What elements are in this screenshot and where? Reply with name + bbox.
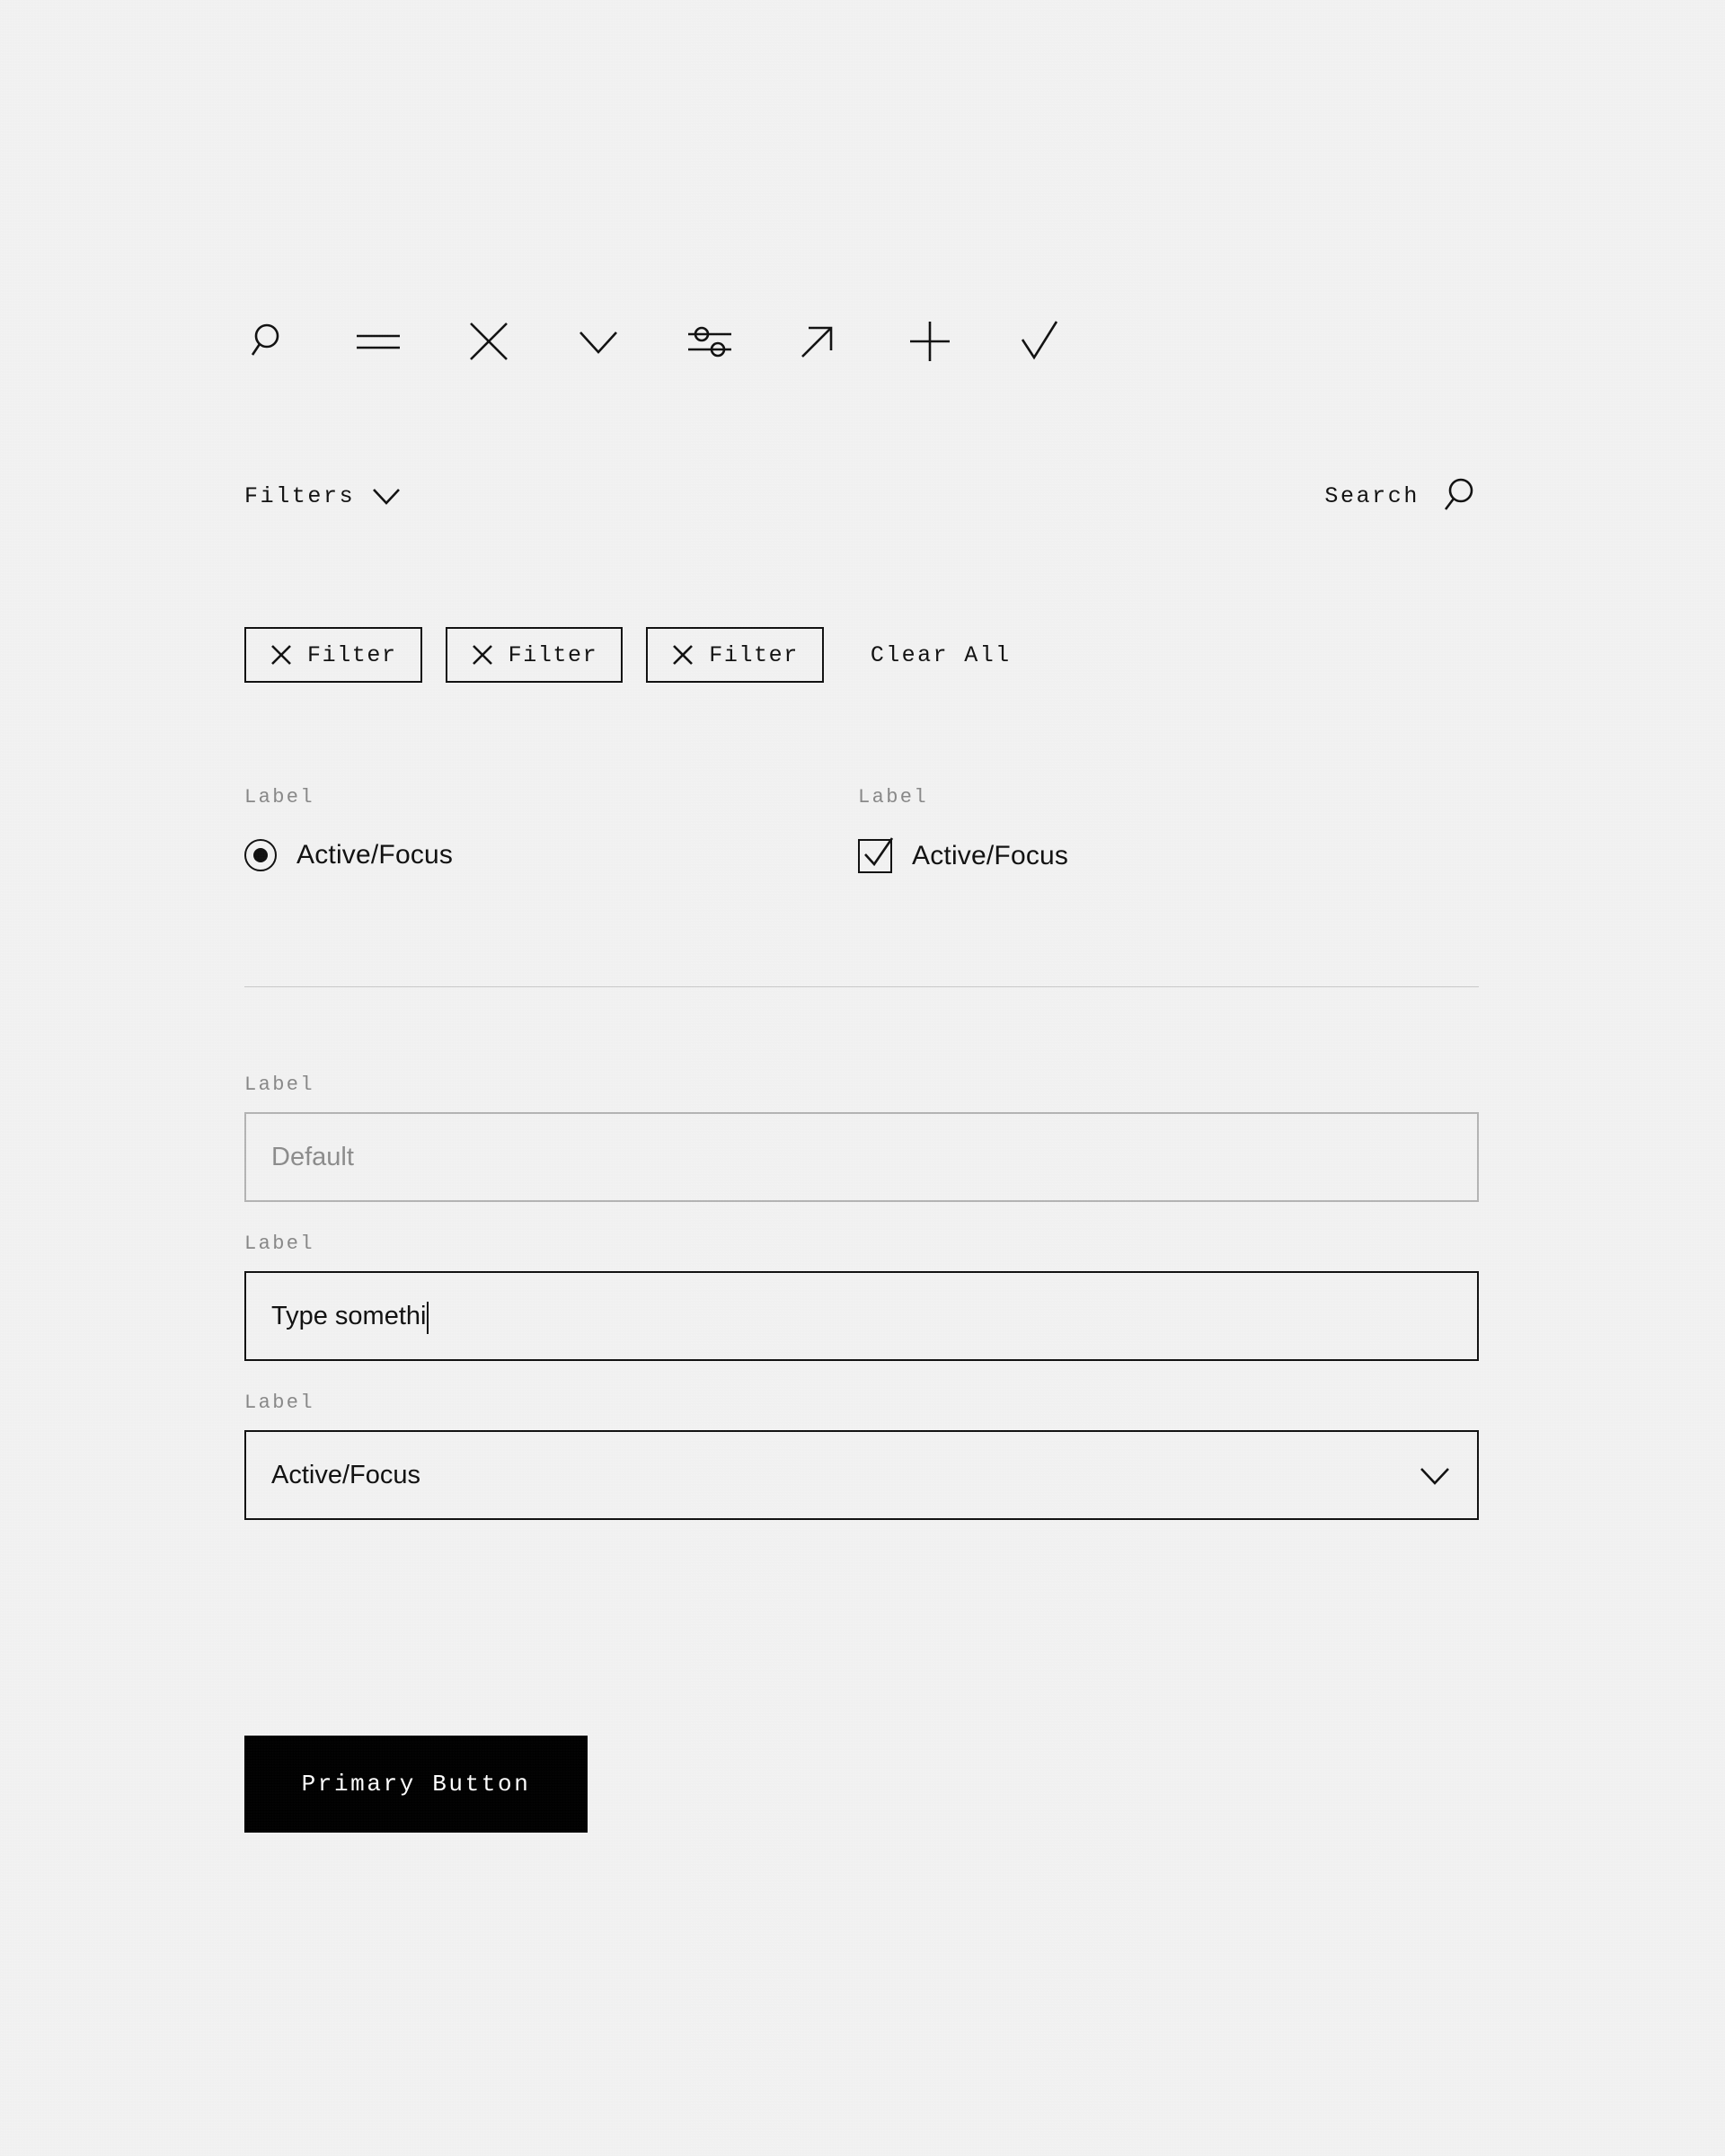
text-cursor [427, 1302, 429, 1334]
chevron-down-icon[interactable] [1418, 1462, 1452, 1488]
radio-group: Label Active/Focus [244, 786, 748, 871]
icon-cell-search[interactable] [244, 305, 355, 377]
icon-cell-sliders[interactable] [686, 305, 797, 377]
close-icon[interactable] [270, 643, 293, 667]
icon-cell-close[interactable] [465, 305, 576, 377]
field-block-default: Label Default [244, 1074, 1479, 1202]
arrow-up-right-icon[interactable] [797, 321, 838, 362]
close-icon[interactable] [465, 318, 512, 365]
radio-selected-dot [253, 848, 268, 862]
radio-option[interactable]: Active/Focus [244, 839, 748, 871]
checkbox-group-label: Label [858, 786, 929, 808]
checkbox-group: Label Active/Focus [858, 786, 1361, 873]
chevron-down-icon[interactable] [576, 323, 621, 359]
checkbox-option-label: Active/Focus [912, 841, 1069, 870]
filter-chip-label: Filter [307, 641, 397, 668]
select-dropdown[interactable]: Active/Focus [244, 1430, 1479, 1520]
search-label: Search [1324, 482, 1420, 509]
filter-chip-row: Filter Filter Filter Clear All [244, 627, 1012, 683]
input-label: Label [244, 1233, 315, 1255]
field-block-focus: Label Type somethi [244, 1233, 1479, 1361]
radio-option-label: Active/Focus [296, 840, 454, 870]
icon-cell-plus[interactable] [907, 305, 1018, 377]
icon-cell-arrow-up-right[interactable] [797, 305, 907, 377]
search-icon[interactable] [1439, 476, 1479, 516]
filter-chip[interactable]: Filter [445, 627, 624, 683]
primary-button[interactable]: Primary Button [244, 1736, 588, 1833]
checkbox[interactable] [858, 837, 894, 873]
input-label: Label [244, 1074, 315, 1096]
filter-chip-label: Filter [508, 641, 598, 668]
filters-label: Filters [244, 482, 356, 509]
component-sheet: Filters Search Filter Filter Filter Clea… [0, 0, 1725, 2156]
text-input-value: Type somethi [271, 1301, 427, 1330]
text-input-default[interactable]: Default [244, 1112, 1479, 1202]
search-icon[interactable] [244, 321, 286, 362]
field-block-select: Label Active/Focus [244, 1392, 1479, 1520]
filters-search-bar: Filters Search [244, 476, 1479, 516]
form-fields: Label Default Label Type somethi Label A… [244, 1074, 1479, 1551]
icon-cell-check[interactable] [1018, 305, 1128, 377]
icon-row [244, 305, 1128, 377]
select-value: Active/Focus [271, 1460, 420, 1489]
icon-cell-menu[interactable] [355, 305, 465, 377]
filter-chip[interactable]: Filter [646, 627, 824, 683]
filters-toggle[interactable]: Filters [244, 483, 402, 509]
section-divider [244, 986, 1479, 987]
check-icon [864, 837, 894, 867]
select-label: Label [244, 1392, 315, 1414]
clear-all-button[interactable]: Clear All [871, 642, 1012, 668]
icon-cell-chevron-down[interactable] [576, 305, 686, 377]
chevron-down-icon[interactable] [371, 484, 402, 508]
close-icon[interactable] [671, 643, 694, 667]
filter-chip[interactable]: Filter [244, 627, 422, 683]
close-icon[interactable] [471, 643, 494, 667]
text-input-focused[interactable]: Type somethi [244, 1271, 1479, 1361]
checkbox-option[interactable]: Active/Focus [858, 837, 1361, 873]
filter-chip-label: Filter [709, 641, 799, 668]
radio-button[interactable] [244, 839, 277, 871]
radio-group-label: Label [244, 786, 315, 808]
menu-icon[interactable] [355, 321, 402, 362]
text-input-placeholder: Default [271, 1142, 354, 1171]
check-icon[interactable] [1018, 320, 1061, 363]
sliders-icon[interactable] [686, 322, 735, 361]
plus-icon[interactable] [907, 319, 952, 364]
search-control[interactable]: Search [1324, 476, 1479, 516]
